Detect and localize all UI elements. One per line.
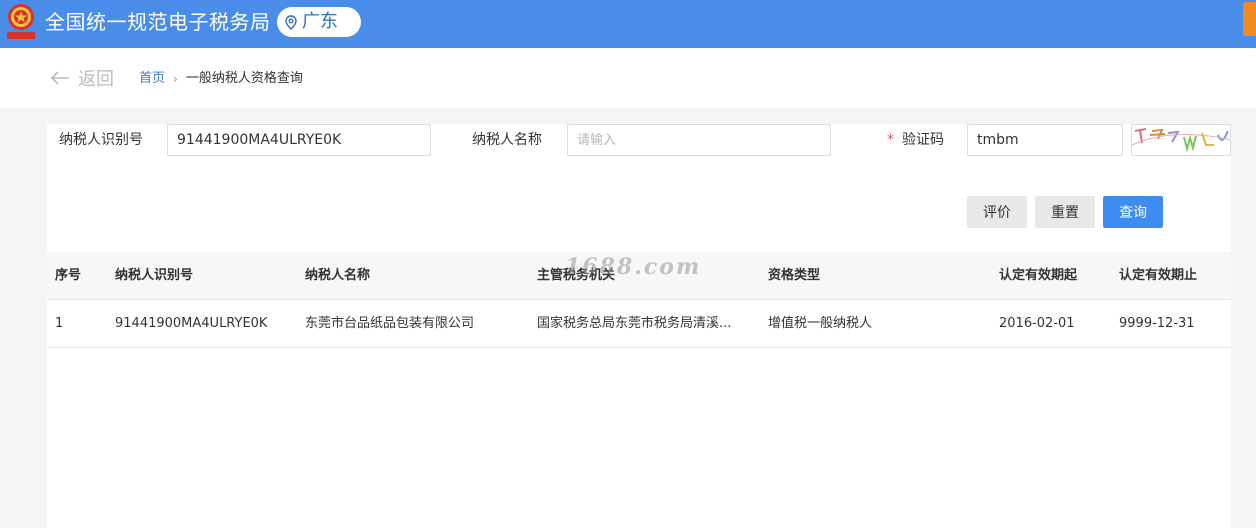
side-tab[interactable] (1243, 2, 1256, 36)
arrow-left-icon (50, 71, 69, 85)
taxpayer-name-label: 纳税人名称 (472, 132, 542, 148)
breadcrumb-bar: 返回 首页 › 一般纳税人资格查询 (0, 48, 1256, 108)
region-selector[interactable]: 广东 (277, 7, 361, 37)
cell-taxpayer-id: 91441900MA4ULRYE0K (115, 316, 268, 331)
col-index: 序号 (55, 268, 82, 283)
cell-valid-to: 9999-12-31 (1119, 316, 1195, 331)
taxpayer-name-input[interactable] (567, 124, 831, 156)
breadcrumb-current: 一般纳税人资格查询 (185, 71, 303, 86)
taxpayer-id-label: 纳税人识别号 (59, 132, 143, 148)
location-pin-icon (285, 14, 297, 30)
captcha-label: 验证码 (902, 132, 944, 148)
query-button[interactable]: 查询 (1103, 196, 1163, 228)
evaluate-button[interactable]: 评价 (967, 196, 1027, 228)
cell-index: 1 (55, 316, 64, 331)
region-label: 广东 (302, 11, 338, 32)
captcha-glyphs-icon (1132, 128, 1230, 153)
breadcrumb-separator: › (173, 72, 178, 86)
table-row[interactable]: 1 91441900MA4ULRYE0K 东莞市台品纸品包装有限公司 国家税务总… (47, 300, 1231, 348)
captcha-label-wrap: * 验证码 (887, 132, 944, 148)
captcha-input[interactable] (967, 124, 1123, 156)
cell-valid-from: 2016-02-01 (999, 316, 1075, 331)
col-taxpayer-name: 纳税人名称 (305, 268, 371, 283)
captcha-image[interactable] (1131, 124, 1231, 156)
reset-button[interactable]: 重置 (1035, 196, 1095, 228)
watermark: 1688.com (565, 254, 702, 280)
cell-tax-authority: 国家税务总局东莞市税务局清溪... (537, 316, 732, 331)
required-mark: * (887, 132, 894, 148)
col-qualification-type: 资格类型 (768, 268, 821, 283)
breadcrumb: 首页 › 一般纳税人资格查询 (139, 70, 303, 88)
taxpayer-id-input[interactable] (167, 124, 431, 156)
col-valid-from: 认定有效期起 (999, 268, 1078, 283)
col-valid-to: 认定有效期止 (1119, 268, 1198, 283)
col-taxpayer-id: 纳税人识别号 (115, 268, 194, 283)
query-card: 纳税人识别号 纳税人名称 * 验证码 评价 重置 查询 序号 纳税人识别号 纳税人… (47, 124, 1231, 528)
breadcrumb-home[interactable]: 首页 (139, 70, 165, 88)
back-button[interactable]: 返回 (50, 67, 114, 90)
top-header-bar: 全国统一规范电子税务局 广东 (0, 0, 1256, 48)
cell-qualification-type: 增值税一般纳税人 (768, 316, 873, 331)
tax-emblem-icon (7, 4, 35, 39)
site-title: 全国统一规范电子税务局 (45, 10, 271, 34)
cell-taxpayer-name: 东莞市台品纸品包装有限公司 (305, 316, 475, 331)
back-label: 返回 (78, 69, 114, 90)
